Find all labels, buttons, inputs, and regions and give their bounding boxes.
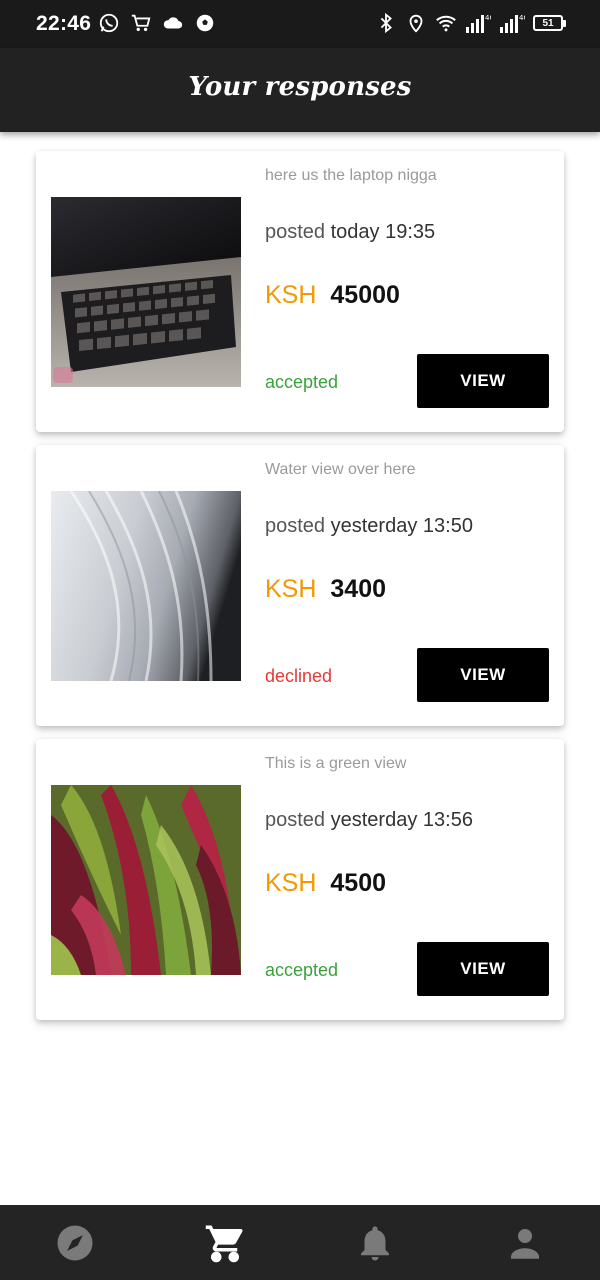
posted-label: posted [265, 515, 326, 537]
laptop-keyboard-photo [51, 197, 241, 387]
wifi-icon [436, 15, 456, 32]
soccer-ball-icon [196, 14, 214, 32]
status-badge: accepted [265, 372, 339, 392]
posted-label: posted [265, 809, 326, 831]
price-amount: 3400 [330, 575, 387, 603]
price: KSH 3400 [265, 575, 386, 604]
status-right-icons: 4G 4G 51 [375, 12, 566, 34]
page-title: Your responses [188, 72, 412, 102]
red-green-leaves-photo [51, 785, 241, 975]
cloud-icon [163, 17, 183, 29]
posted-time: posted today 19:35 [265, 221, 435, 244]
location-icon [409, 14, 423, 33]
response-description: This is a green view [265, 755, 407, 772]
view-button[interactable]: VIEW [417, 648, 549, 702]
price-amount: 4500 [330, 869, 387, 897]
posted-when: yesterday 13:56 [330, 809, 473, 831]
posted-time: posted yesterday 13:50 [265, 515, 473, 538]
price: KSH 4500 [265, 869, 386, 898]
app-bar: Your responses [0, 48, 600, 132]
response-image [51, 197, 241, 387]
price-currency: KSH [265, 281, 317, 309]
network-type-2: 4G [519, 14, 525, 22]
posted-time: posted yesterday 13:56 [265, 809, 473, 832]
response-card[interactable]: here us the laptop nigga posted today 19… [36, 151, 564, 432]
nav-notifications[interactable] [300, 1205, 450, 1280]
nav-profile[interactable] [450, 1205, 600, 1280]
response-image [51, 491, 241, 681]
posted-label: posted [265, 221, 326, 243]
status-left-icons [98, 12, 216, 34]
compass-icon[interactable] [54, 1222, 96, 1264]
waterfall-photo [51, 491, 241, 681]
response-description: here us the laptop nigga [265, 167, 437, 184]
bluetooth-icon [380, 12, 392, 34]
signal-icon: 4G [466, 14, 491, 33]
status-badge: declined [265, 666, 333, 686]
response-description: Water view over here [265, 461, 416, 478]
signal-icon: 4G [500, 14, 525, 33]
response-card[interactable]: Water view over here posted yesterday 13… [36, 445, 564, 726]
price: KSH 45000 [265, 281, 400, 310]
status-badge: accepted [265, 960, 339, 980]
posted-when: yesterday 13:50 [330, 515, 473, 537]
battery-icon: 51 [533, 15, 566, 31]
bottom-navigation [0, 1205, 600, 1280]
price-currency: KSH [265, 575, 317, 603]
view-button[interactable]: VIEW [417, 942, 549, 996]
view-button[interactable]: VIEW [417, 354, 549, 408]
nav-explore[interactable] [0, 1205, 150, 1280]
battery-level: 51 [533, 15, 563, 31]
nav-cart[interactable] [150, 1205, 300, 1280]
cart-icon[interactable] [204, 1222, 246, 1264]
status-bar: 22:46 4G 4G 51 [0, 0, 600, 48]
cart-icon [131, 14, 151, 32]
status-time: 22:46 [36, 12, 92, 35]
whatsapp-icon [99, 13, 119, 33]
response-image [51, 785, 241, 975]
bell-icon[interactable] [354, 1222, 396, 1264]
posted-when: today 19:35 [330, 221, 436, 243]
network-type-1: 4G [485, 14, 491, 22]
price-currency: KSH [265, 869, 317, 897]
price-amount: 45000 [330, 281, 400, 309]
response-card[interactable]: This is a green view posted yesterday 13… [36, 739, 564, 1020]
person-icon[interactable] [504, 1222, 546, 1264]
